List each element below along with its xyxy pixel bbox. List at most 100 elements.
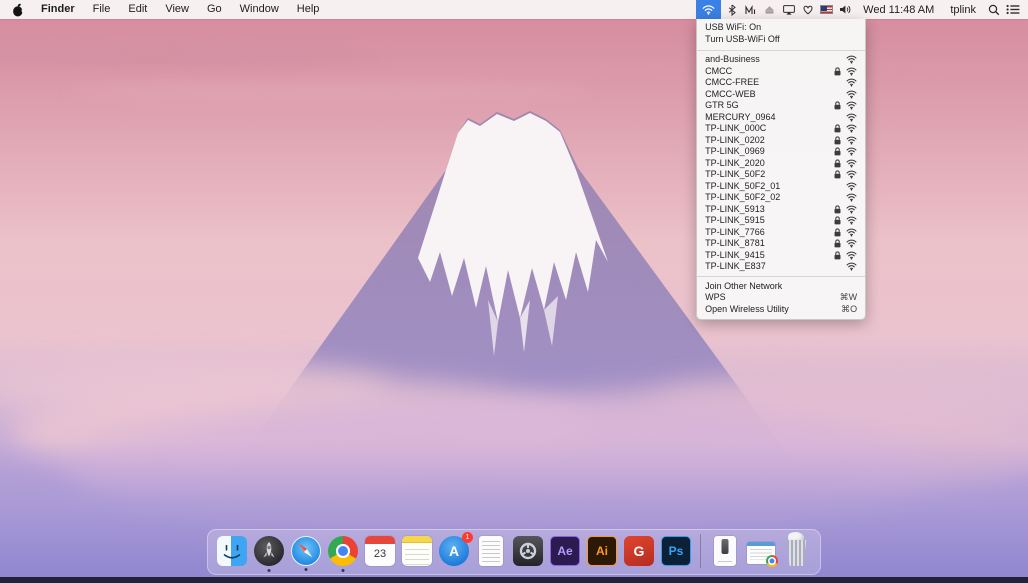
wallpaper-mount-fuji bbox=[0, 0, 1028, 583]
us-flag-icon bbox=[820, 5, 834, 14]
wifi-network-item[interactable]: TP-LINK_9415 bbox=[697, 250, 865, 262]
menu-file[interactable]: File bbox=[84, 0, 120, 19]
network-name: CMCC-WEB bbox=[705, 88, 756, 99]
chrome-hub bbox=[338, 546, 348, 556]
dock-web-document-icon[interactable] bbox=[747, 542, 778, 567]
network-name: MERCURY_0964 bbox=[705, 111, 776, 122]
lock-icon bbox=[834, 147, 841, 156]
running-indicator bbox=[341, 569, 345, 572]
wifi-signal-icon bbox=[846, 78, 857, 87]
join-other-network-item[interactable]: Join Other Network bbox=[697, 281, 865, 293]
running-indicator bbox=[267, 569, 271, 572]
app-menu-finder[interactable]: Finder bbox=[32, 0, 84, 19]
wifi-icon bbox=[702, 4, 715, 15]
dock-photoshop-icon[interactable]: Ps bbox=[661, 536, 691, 566]
network-name: TP-LINK_50F2 bbox=[705, 169, 766, 179]
wifi-signal-icon bbox=[846, 216, 857, 225]
network-name: TP-LINK_5915 bbox=[705, 215, 765, 225]
wifi-network-item[interactable]: TP-LINK_8781 bbox=[697, 238, 865, 250]
heart-icon[interactable] bbox=[799, 0, 816, 19]
wifi-network-item[interactable]: and-Business bbox=[697, 54, 865, 66]
bluetooth-icon[interactable] bbox=[723, 0, 740, 19]
wifi-network-item[interactable]: TP-LINK_000C bbox=[697, 123, 865, 135]
menu-go[interactable]: Go bbox=[198, 0, 231, 19]
dock-calendar-icon[interactable]: 23 bbox=[365, 536, 395, 566]
chrome-badge-icon bbox=[766, 555, 778, 567]
eject-icon[interactable] bbox=[761, 0, 778, 19]
wifi-network-item[interactable]: CMCC-FREE bbox=[697, 77, 865, 89]
lock-icon bbox=[834, 228, 841, 237]
wps-item[interactable]: WPS ⌘W bbox=[697, 292, 865, 304]
device-graphic bbox=[721, 539, 729, 554]
lock-icon bbox=[834, 67, 841, 76]
wifi-network-item[interactable]: GTR 5G bbox=[697, 100, 865, 112]
wifi-network-item[interactable]: TP-LINK_0202 bbox=[697, 135, 865, 147]
menu-view[interactable]: View bbox=[156, 0, 198, 19]
running-indicator bbox=[304, 568, 308, 571]
network-name: TP-LINK_50F2_02 bbox=[705, 192, 781, 202]
network-name: TP-LINK_7766 bbox=[705, 226, 765, 237]
finder-face-icon bbox=[223, 545, 241, 559]
menu-bar-user[interactable]: tplink bbox=[943, 4, 983, 16]
wheel-icon bbox=[519, 542, 537, 560]
dock-launchpad-icon[interactable] bbox=[254, 536, 284, 572]
network-name: CMCC-FREE bbox=[705, 77, 760, 87]
lock-icon bbox=[834, 205, 841, 214]
g-label: G bbox=[633, 543, 645, 559]
lock-icon bbox=[834, 124, 841, 133]
wifi-network-item[interactable]: CMCC-WEB bbox=[697, 89, 865, 101]
wifi-network-item[interactable]: MERCURY_0964 bbox=[697, 112, 865, 124]
rocket-icon bbox=[263, 542, 275, 558]
dock-installer-document-icon[interactable] bbox=[714, 536, 736, 566]
wifi-network-item[interactable]: TP-LINK_50F2_01 bbox=[697, 181, 865, 193]
desktop: { "menu_bar": { "menus": ["Finder", "Fil… bbox=[0, 0, 1028, 583]
apple-menu[interactable] bbox=[6, 3, 32, 17]
network-name: GTR 5G bbox=[705, 100, 739, 110]
document-lines bbox=[482, 541, 500, 562]
wifi-toggle-item[interactable]: Turn USB-WiFi Off bbox=[697, 34, 865, 46]
apple-logo-icon bbox=[13, 3, 23, 17]
notes-lines bbox=[405, 545, 429, 566]
dock-trash-icon[interactable] bbox=[784, 532, 809, 566]
activity-graph-icon[interactable] bbox=[742, 0, 759, 19]
screen-bezel bbox=[0, 577, 1028, 583]
ps-label: Ps bbox=[668, 544, 684, 558]
notification-center-icon[interactable] bbox=[1004, 0, 1022, 19]
dock-chrome-icon[interactable] bbox=[328, 536, 358, 572]
dock-g-app-icon[interactable]: G bbox=[624, 536, 654, 566]
wifi-network-item[interactable]: TP-LINK_2020 bbox=[697, 158, 865, 170]
dock-safari-icon[interactable] bbox=[291, 536, 321, 571]
dock-after-effects-icon[interactable]: Ae bbox=[550, 536, 580, 566]
menu-bar-clock[interactable]: Wed 11:48 AM bbox=[856, 4, 941, 16]
wifi-menu-button[interactable]: USB WiFi: On Turn USB-WiFi Off and-Busin… bbox=[696, 0, 867, 320]
dock-divider bbox=[700, 534, 701, 568]
wifi-network-item[interactable]: TP-LINK_5915 bbox=[697, 215, 865, 227]
lock-icon bbox=[834, 136, 841, 145]
network-name: CMCC bbox=[705, 65, 733, 76]
wifi-network-item[interactable]: TP-LINK_7766 bbox=[697, 227, 865, 239]
wifi-network-item[interactable]: TP-LINK_50F2_02 bbox=[697, 192, 865, 204]
volume-icon[interactable] bbox=[837, 0, 854, 19]
wifi-network-item[interactable]: CMCC bbox=[697, 66, 865, 78]
dock-notes-icon[interactable] bbox=[402, 536, 432, 566]
dock-app-store-icon[interactable]: A 1 bbox=[439, 532, 473, 566]
wifi-network-item[interactable]: TP-LINK_E837 bbox=[697, 261, 865, 273]
spotlight-icon[interactable] bbox=[985, 0, 1002, 19]
input-flag-icon[interactable] bbox=[818, 0, 835, 19]
dock-finder-icon[interactable] bbox=[217, 536, 247, 566]
dock-illustrator-icon[interactable]: Ai bbox=[587, 536, 617, 566]
menu-help[interactable]: Help bbox=[288, 0, 329, 19]
wifi-network-item[interactable]: TP-LINK_5913 bbox=[697, 204, 865, 216]
wifi-signal-icon bbox=[846, 113, 857, 122]
app-store-a: A bbox=[448, 543, 460, 559]
menu-edit[interactable]: Edit bbox=[119, 0, 156, 19]
dock-steam-icon[interactable] bbox=[513, 536, 543, 566]
menu-window[interactable]: Window bbox=[231, 0, 288, 19]
wifi-network-item[interactable]: TP-LINK_50F2 bbox=[697, 169, 865, 181]
wifi-signal-icon bbox=[846, 136, 857, 145]
wifi-network-item[interactable]: TP-LINK_0969 bbox=[697, 146, 865, 158]
wifi-signal-icon bbox=[846, 159, 857, 168]
open-wireless-utility-item[interactable]: Open Wireless Utility ⌘O bbox=[697, 304, 865, 316]
airplay-icon[interactable] bbox=[780, 0, 797, 19]
dock-textedit-icon[interactable] bbox=[479, 536, 503, 566]
